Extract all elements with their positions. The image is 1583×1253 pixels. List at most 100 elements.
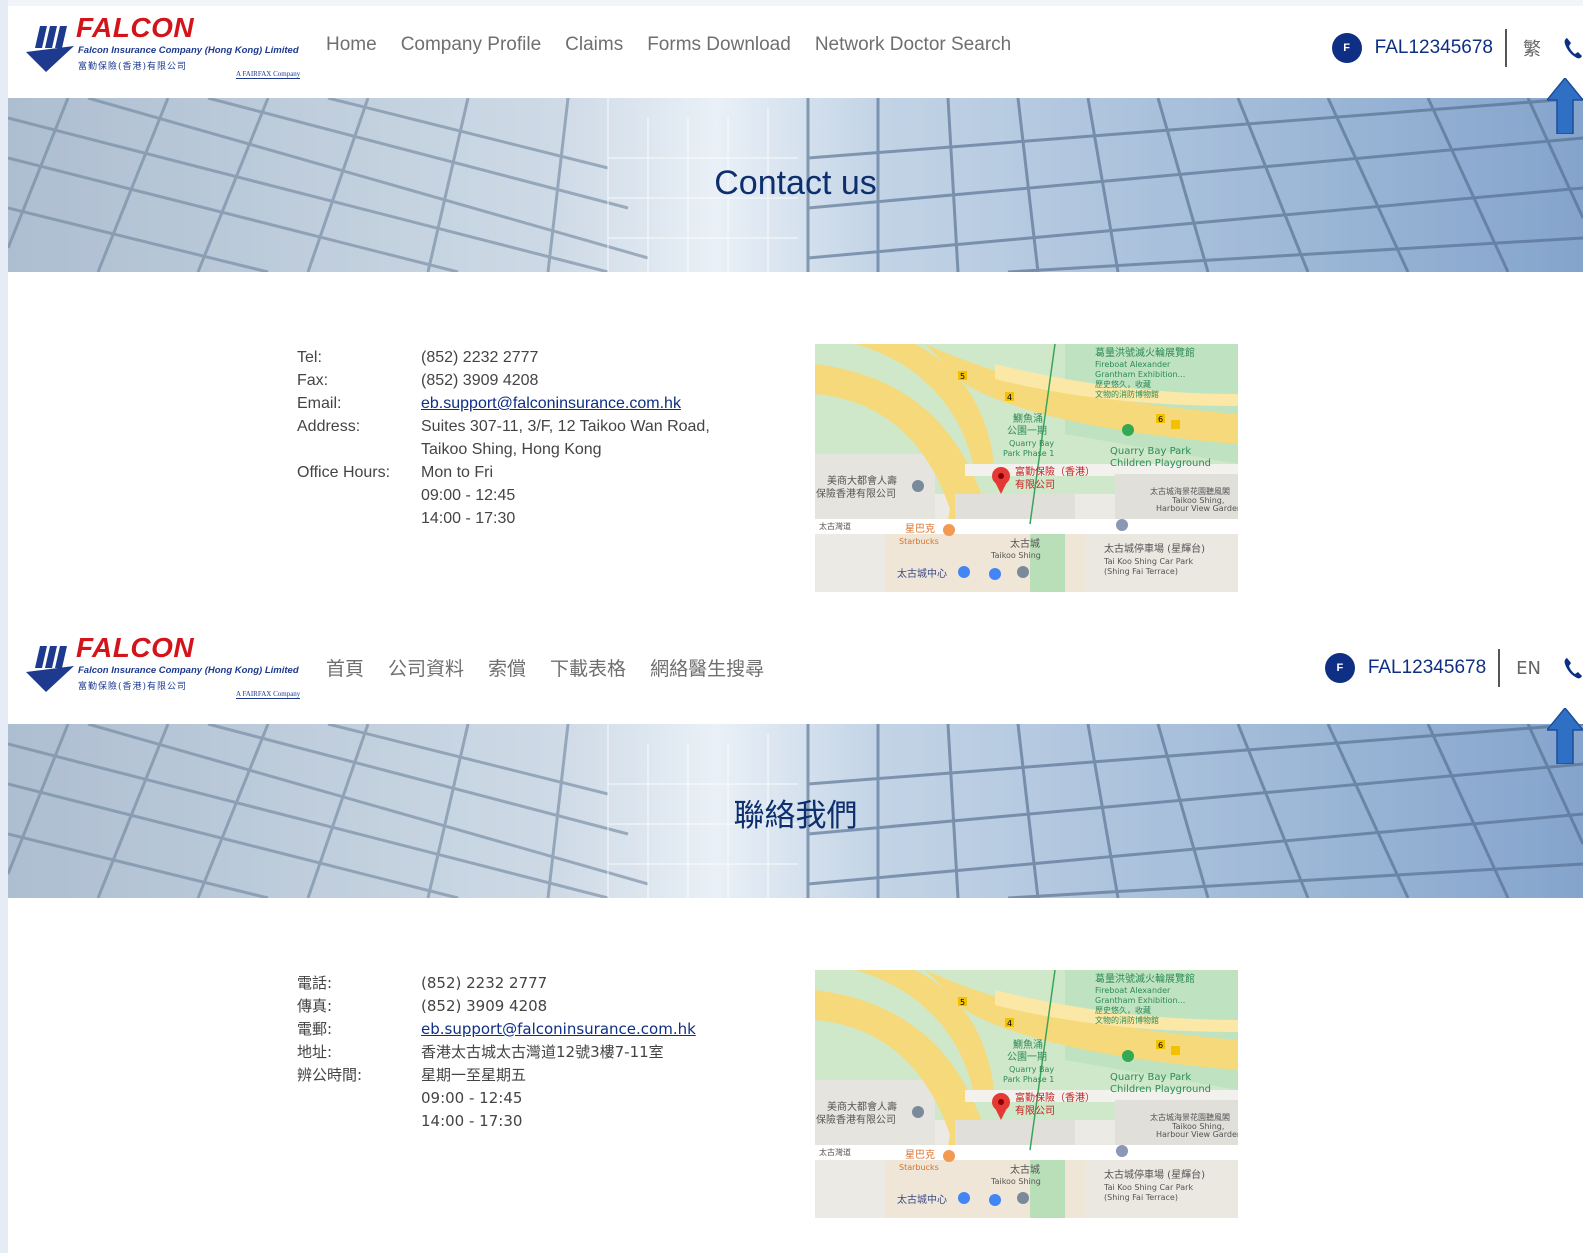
map-park-en2: Park Phase 1 <box>1003 449 1055 458</box>
logo-chinese-name: 富勤保險(香港)有限公司 <box>78 682 188 692</box>
tel-value[interactable]: (852) 2232 2777 <box>421 346 538 369</box>
map-carpark-en1: Tai Koo Shing Car Park <box>1104 557 1194 566</box>
map-museum-zh3: 文物的消防博物館 <box>1095 390 1159 399</box>
map-museum-zh: 葛量洪號滅火輪展覽館 <box>1095 348 1195 359</box>
logo-company-name: Falcon Insurance Company (Hong Kong) Lim… <box>78 45 299 56</box>
hours-days: 星期一至星期五 <box>421 1066 527 1084</box>
map-museum-en1: Fireboat Alexander <box>1095 360 1171 369</box>
user-avatar[interactable]: F <box>1331 33 1362 63</box>
map-harbour-zh: 太古城海景花園聽風閣 <box>1150 487 1230 496</box>
address-line-2: Taikoo Shing, Hong Kong <box>421 441 602 458</box>
map-road-label: 太古灣道 <box>819 1148 851 1157</box>
main-nav: Home Company Profile Claims Forms Downlo… <box>326 34 1035 56</box>
scroll-to-top-icon[interactable] <box>1547 78 1583 134</box>
address-value: Suites 307-11, 3/F, 12 Taikoo Wan Road, … <box>421 415 710 461</box>
logo-parent-company: A FAIRFAX Company <box>236 70 301 79</box>
map-carpark-en2: (Shing Fai Terrace) <box>1104 1193 1178 1202</box>
map-route-5: 5 <box>960 372 966 381</box>
tel-value[interactable]: (852) 2232 2777 <box>421 972 547 995</box>
header-actions-zh: F FAL12345678 EN <box>1324 648 1583 688</box>
address-row: 地址: 香港太古城太古灣道12號3樓7-11室 <box>297 1041 757 1064</box>
map-playground-2: Children Playground <box>1110 1084 1212 1095</box>
map-starbucks-en: Starbucks <box>899 537 939 546</box>
nav-forms-download[interactable]: 下載表格 <box>550 654 626 681</box>
falcon-bird-icon <box>26 646 74 692</box>
nav-network-doctor-search[interactable]: 網絡醫生搜尋 <box>650 654 764 681</box>
email-row: 電郵: eb.support@falconinsurance.com.hk <box>297 1018 757 1041</box>
logo-wordmark: FALCON <box>76 12 195 43</box>
email-link[interactable]: eb.support@falconinsurance.com.hk <box>421 395 681 412</box>
map-park-en2: Park Phase 1 <box>1003 1075 1055 1084</box>
nav-home[interactable]: 首頁 <box>326 654 364 681</box>
nav-claims[interactable]: Claims <box>565 34 623 56</box>
hours-row: Office Hours: Mon to Fri 09:00 - 12:45 1… <box>297 461 757 530</box>
logo-company-name: Falcon Insurance Company (Hong Kong) Lim… <box>78 665 299 676</box>
page-title: Contact us <box>714 164 877 202</box>
tel-row: 電話: (852) 2232 2777 <box>297 972 757 995</box>
location-map[interactable]: 葛量洪號滅火輪展覽館 Fireboat Alexander Grantham E… <box>815 344 1238 592</box>
hours-morning: 09:00 - 12:45 <box>421 1089 523 1107</box>
map-carpark-zh: 太古城停車場 (星輝台) <box>1104 1170 1205 1181</box>
fax-label: 傳真: <box>297 997 333 1015</box>
falcon-logo-zh[interactable]: FALCON Falcon Insurance Company (Hong Ko… <box>22 632 302 699</box>
hours-afternoon: 14:00 - 17:30 <box>421 1112 523 1130</box>
location-map-zh[interactable]: 葛量洪號滅火輪展覽館 Fireboat Alexander Grantham E… <box>815 970 1238 1218</box>
language-toggle[interactable]: 繁 <box>1523 35 1541 61</box>
address-label: Address: <box>297 418 361 435</box>
nav-company-profile[interactable]: 公司資料 <box>388 654 464 681</box>
map-route-4: 4 <box>1007 1019 1013 1028</box>
map-carpark-en2: (Shing Fai Terrace) <box>1104 567 1178 576</box>
hours-label: Office Hours: <box>297 464 391 481</box>
map-museum-en1: Fireboat Alexander <box>1095 986 1171 995</box>
logo-parent-company: A FAIRFAX Company <box>236 690 301 699</box>
map-carpark-zh: 太古城停車場 (星輝台) <box>1104 544 1205 555</box>
site-header: FALCON Falcon Insurance Company (Hong Ko… <box>8 6 1583 98</box>
map-centre-zh: 太古城中心 <box>897 569 947 580</box>
nav-claims[interactable]: 索償 <box>488 654 526 681</box>
nav-home[interactable]: Home <box>326 34 377 56</box>
fax-row: 傳真: (852) 3909 4208 <box>297 995 757 1018</box>
nav-network-doctor-search[interactable]: Network Doctor Search <box>815 34 1011 56</box>
fax-value: (852) 3909 4208 <box>421 997 548 1015</box>
tel-row: Tel: (852) 2232 2777 <box>297 346 757 369</box>
map-route-6: 6 <box>1158 415 1164 424</box>
phone-icon[interactable] <box>1563 657 1583 679</box>
address-value: 香港太古城太古灣道12號3樓7-11室 <box>421 1043 664 1061</box>
map-museum-en2: Grantham Exhibition... <box>1095 996 1186 1005</box>
map-museum-en2: Grantham Exhibition... <box>1095 370 1186 379</box>
user-id[interactable]: FAL12345678 <box>1375 37 1493 59</box>
nav-forms-download[interactable]: Forms Download <box>647 34 791 56</box>
language-toggle[interactable]: EN <box>1516 658 1541 679</box>
tel-label: Tel: <box>297 349 322 366</box>
contact-details-zh: 電話: (852) 2232 2777 傳真: (852) 3909 4208 … <box>297 972 757 1133</box>
fax-value: (852) 3909 4208 <box>421 372 539 389</box>
user-avatar[interactable]: F <box>1324 653 1355 683</box>
falcon-logo[interactable]: FALCON Falcon Insurance Company (Hong Ko… <box>22 12 302 79</box>
map-park-zh2: 公園一期 <box>1007 1052 1047 1063</box>
main-nav-zh: 首頁 公司資料 索償 下載表格 網絡醫生搜尋 <box>326 654 788 681</box>
map-starbucks-en: Starbucks <box>899 1163 939 1172</box>
map-playground-1: Quarry Bay Park <box>1110 446 1192 457</box>
user-id[interactable]: FAL12345678 <box>1368 657 1486 679</box>
map-starbucks-zh: 星巴克 <box>905 524 935 535</box>
map-harbour-en2: Harbour View Gardens... <box>1156 1130 1238 1139</box>
phone-icon[interactable] <box>1563 37 1583 59</box>
nav-company-profile[interactable]: Company Profile <box>401 34 541 56</box>
falcon-bird-icon <box>26 26 74 72</box>
map-park-zh2: 公園一期 <box>1007 426 1047 437</box>
map-route-6: 6 <box>1158 1041 1164 1050</box>
map-park-en1: Quarry Bay <box>1009 439 1055 448</box>
header-actions: F FAL12345678 繁 <box>1331 28 1583 68</box>
hours-value: 星期一至星期五 09:00 - 12:45 14:00 - 17:30 <box>421 1064 526 1133</box>
map-pin-label-2: 有限公司 <box>1015 1106 1055 1117</box>
tel-label: 電話: <box>297 974 333 992</box>
logo-wordmark: FALCON <box>76 632 195 663</box>
scroll-to-top-icon[interactable] <box>1547 708 1583 764</box>
map-park-zh1: 鰂魚涌 <box>1013 1040 1043 1051</box>
email-link[interactable]: eb.support@falconinsurance.com.hk <box>421 1020 696 1038</box>
map-museum-zh: 葛量洪號滅火輪展覽館 <box>1095 974 1195 985</box>
map-playground-2: Children Playground <box>1110 458 1212 469</box>
map-pin-label-2: 有限公司 <box>1015 480 1055 491</box>
map-playground-1: Quarry Bay Park <box>1110 1072 1192 1083</box>
map-harbour-en2: Harbour View Gardens... <box>1156 504 1238 513</box>
